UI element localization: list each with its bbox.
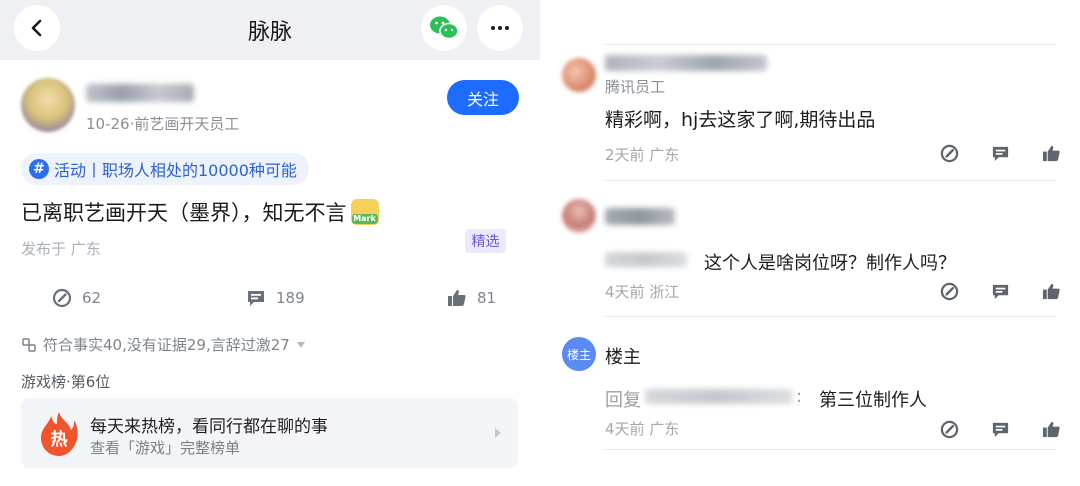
- comment-actions: [939, 143, 1062, 164]
- like-button[interactable]: [1041, 143, 1062, 164]
- comment-avatar[interactable]: [562, 199, 596, 233]
- comment-stat-button[interactable]: 189: [246, 288, 305, 308]
- comment-actions: [939, 281, 1062, 302]
- mark-emoji-icon: [350, 199, 379, 225]
- edit-button[interactable]: [939, 143, 960, 164]
- comment-text: 第三位制作人: [819, 390, 927, 411]
- comment-actions: [939, 419, 1062, 440]
- comment-author-role: 腾讯员工: [605, 78, 666, 96]
- reply-button[interactable]: [990, 419, 1011, 440]
- thumbs-up-icon: [1042, 283, 1060, 300]
- author-name-blurred[interactable]: [86, 84, 194, 102]
- reply-colon: :: [796, 386, 803, 407]
- comment-count: 189: [276, 289, 305, 307]
- fire-hot-icon: 热: [41, 412, 78, 456]
- fact-check-text: 符合事实40,没有证据29,言辞过激27: [43, 336, 290, 354]
- reply-button[interactable]: [990, 143, 1011, 164]
- edit-button[interactable]: [939, 419, 960, 440]
- comment-icon: [248, 291, 264, 306]
- thumbs-up-icon: [448, 290, 466, 306]
- comment-text: 精彩啊，hj去这家了啊,期待出品: [605, 109, 876, 131]
- topic-tag[interactable]: # 活动丨职场人相处的10000种可能: [21, 153, 309, 185]
- hot-glyph: 热: [51, 429, 68, 450]
- hashtag-icon: #: [29, 159, 49, 179]
- hot-card-title: 每天来热榜，看同行都在聊的事: [90, 417, 328, 437]
- chevron-right-icon: [495, 428, 501, 438]
- more-dots-icon: [491, 26, 509, 30]
- pen-circle-icon: [940, 282, 959, 301]
- caret-down-icon: [296, 341, 305, 348]
- more-button[interactable]: [477, 5, 523, 51]
- wechat-icon: [430, 16, 459, 40]
- like-button[interactable]: [1041, 281, 1062, 302]
- reply-target-blurred[interactable]: [645, 389, 793, 404]
- divider: [605, 44, 1057, 45]
- edit-button[interactable]: [939, 281, 960, 302]
- topic-tag-label: 活动丨职场人相处的10000种可能: [54, 161, 297, 180]
- wechat-share-button[interactable]: [421, 5, 467, 51]
- edit-count: 62: [82, 289, 102, 307]
- reply-prefix: 回复: [605, 390, 641, 411]
- hot-card-subtitle: 查看「游戏」完整榜单: [90, 439, 241, 457]
- comments-pane: 腾讯员工 精彩啊，hj去这家了啊,期待出品 2天前 广东 这个人是啥岗位呀？制作…: [540, 0, 1080, 486]
- pen-circle-icon: [940, 144, 959, 163]
- comment-avatar[interactable]: [562, 58, 596, 92]
- divider: [605, 316, 1057, 317]
- featured-badge: 精选: [465, 229, 506, 253]
- thumbs-up-icon: [1042, 145, 1060, 162]
- comment-icon: [992, 284, 1009, 300]
- reply-target-blurred[interactable]: [605, 252, 687, 267]
- comment-icon: [992, 146, 1009, 162]
- comment-icon: [992, 422, 1009, 438]
- op-avatar[interactable]: 楼主: [562, 337, 596, 371]
- post-meta: 10-26·前艺画开天员工: [86, 115, 240, 133]
- pen-circle-icon: [52, 288, 72, 308]
- rank-label: 游戏榜·第6位: [21, 373, 111, 391]
- hot-list-card[interactable]: 热 每天来热榜，看同行都在聊的事 查看「游戏」完整榜单: [21, 398, 518, 468]
- post-body: 已离职艺画开天（墨界），知无不言: [21, 197, 379, 227]
- fact-check-summary[interactable]: 符合事实40,没有证据29,言辞过激27: [21, 334, 306, 355]
- pen-circle-icon: [940, 420, 959, 439]
- like-stat-button[interactable]: 81: [447, 288, 496, 308]
- comment-text: 这个人是啥岗位呀？制作人吗？: [704, 253, 956, 274]
- author-avatar[interactable]: [21, 78, 75, 132]
- comment-meta: 4天前 浙江: [605, 283, 680, 301]
- comment-meta: 4天前 广东: [605, 420, 680, 438]
- top-bar: 脉脉: [0, 0, 540, 60]
- edit-stat-button[interactable]: 62: [52, 288, 101, 308]
- like-count: 81: [477, 289, 497, 307]
- like-button[interactable]: [1041, 419, 1062, 440]
- comment-author-blurred[interactable]: [605, 208, 675, 225]
- comment-author[interactable]: 楼主: [605, 343, 641, 369]
- divider: [605, 449, 1057, 450]
- reply-button[interactable]: [990, 281, 1011, 302]
- divider: [605, 180, 1057, 181]
- comment-meta: 2天前 广东: [605, 146, 680, 164]
- comment-author-blurred[interactable]: [605, 55, 767, 71]
- follow-button[interactable]: 关注: [447, 80, 519, 115]
- thumbs-up-icon: [1042, 421, 1060, 438]
- scale-icon: [22, 337, 36, 352]
- post-detail-pane: 脉脉 10-26·前艺画开天员工 关注 # 活动丨职场人相处的10000种可能 …: [0, 0, 540, 486]
- post-body-text: 已离职艺画开天（墨界），知无不言: [21, 201, 347, 225]
- post-location: 发布于 广东: [21, 240, 101, 258]
